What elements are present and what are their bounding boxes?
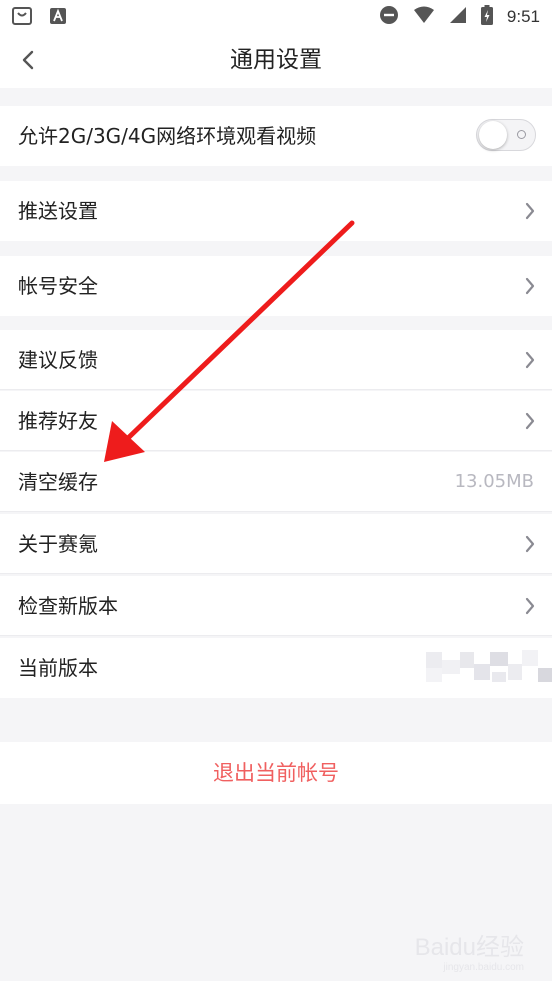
chevron-right-icon (525, 535, 535, 553)
setting-row-allow-mobile-video: 允许2G/3G/4G网络环境观看视频 (0, 106, 552, 166)
setting-label-about: 关于赛氪 (18, 532, 98, 556)
setting-row-recommend-friends[interactable]: 推荐好友 (0, 391, 552, 451)
chevron-left-icon (22, 50, 34, 70)
row-divider (0, 635, 552, 636)
logout-label: 退出当前帐号 (213, 761, 339, 785)
nav-bar: 通用设置 (0, 32, 552, 88)
status-time: 9:51 (506, 7, 540, 26)
setting-label-clear-cache: 清空缓存 (18, 470, 98, 494)
chevron-right-icon (525, 202, 535, 220)
chevron-right-icon (525, 351, 535, 369)
cache-size-value: 13.05MB (454, 471, 534, 492)
app-a-icon (50, 8, 66, 28)
row-divider (0, 511, 552, 512)
signal-icon (449, 6, 467, 28)
chevron-right-icon (525, 277, 535, 295)
do-not-disturb-icon (379, 5, 399, 29)
setting-label-push-settings: 推送设置 (18, 199, 98, 223)
baidu-watermark: Baidu经验 jingyan.baidu.com (415, 927, 524, 973)
setting-label-recommend-friends: 推荐好友 (18, 409, 98, 433)
back-button[interactable] (14, 46, 44, 76)
logout-button[interactable]: 退出当前帐号 (0, 742, 552, 804)
setting-label-check-update: 检查新版本 (18, 594, 118, 618)
page-title: 通用设置 (230, 47, 322, 73)
watermark-main: Baidu经验 (414, 934, 524, 961)
battery-charging-icon (480, 5, 493, 29)
wifi-icon (413, 6, 435, 28)
setting-row-feedback[interactable]: 建议反馈 (0, 330, 552, 390)
setting-row-check-update[interactable]: 检查新版本 (0, 576, 552, 636)
setting-label-allow-mobile-video: 允许2G/3G/4G网络环境观看视频 (18, 124, 317, 148)
chevron-right-icon (525, 412, 535, 430)
setting-row-clear-cache[interactable]: 清空缓存 13.05MB (0, 452, 552, 512)
row-divider (0, 450, 552, 451)
setting-row-account-security[interactable]: 帐号安全 (0, 256, 552, 316)
setting-label-current-version: 当前版本 (18, 656, 98, 680)
setting-row-push-settings[interactable]: 推送设置 (0, 181, 552, 241)
status-bar: 9:51 (0, 0, 552, 32)
setting-row-about[interactable]: 关于赛氪 (0, 514, 552, 574)
row-divider (0, 389, 552, 390)
watermark-sub: jingyan.baidu.com (443, 962, 524, 973)
setting-row-current-version: 当前版本 (0, 638, 552, 698)
shopping-bag-icon (12, 7, 32, 29)
row-divider (0, 573, 552, 574)
allow-mobile-video-toggle[interactable] (476, 119, 536, 151)
toggle-knob (479, 121, 507, 149)
setting-label-feedback: 建议反馈 (18, 348, 98, 372)
toggle-off-indicator (517, 130, 526, 139)
setting-label-account-security: 帐号安全 (18, 274, 98, 298)
chevron-right-icon (525, 597, 535, 615)
